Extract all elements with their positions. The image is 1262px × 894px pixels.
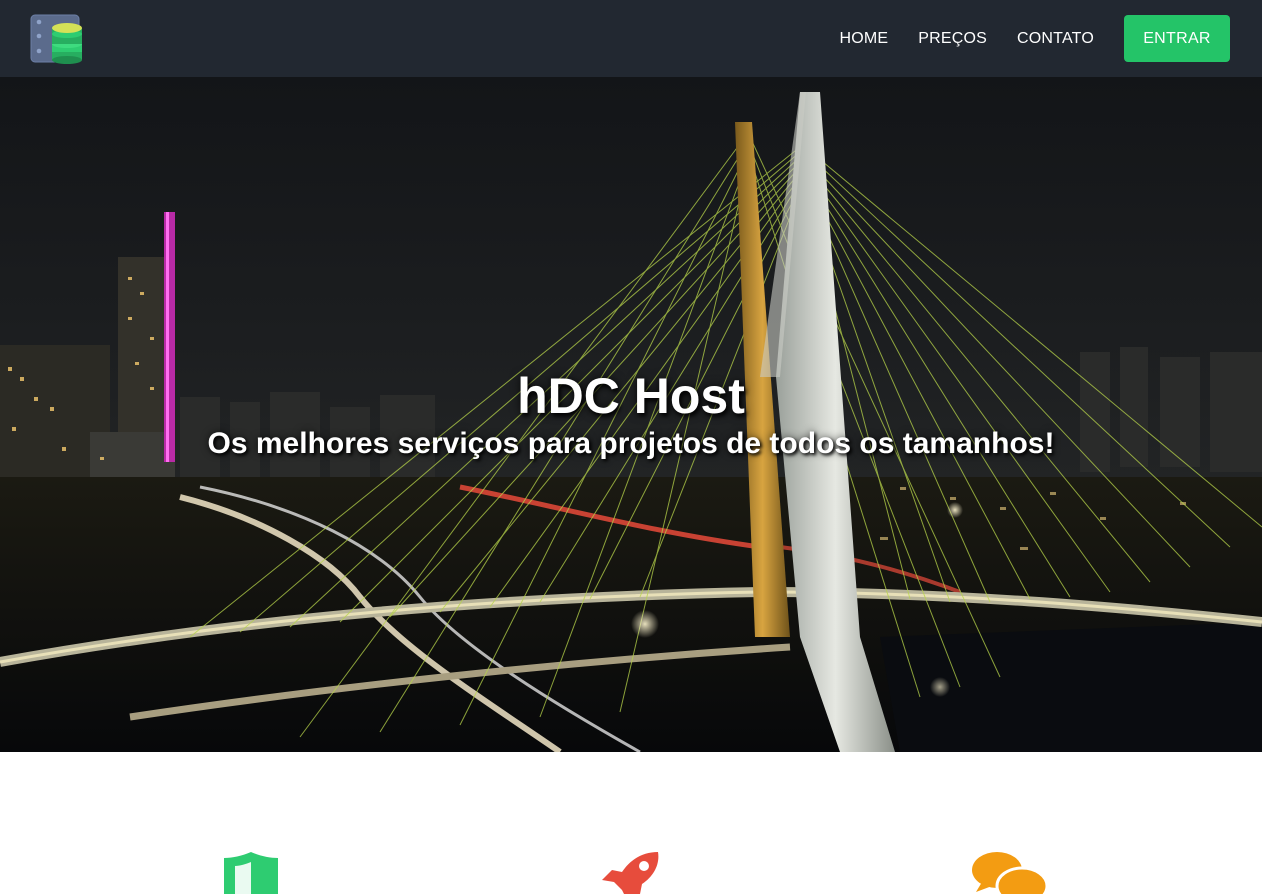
chat-bubbles-icon [972,852,1048,894]
hero-text: hDC Host Os melhores serviços para proje… [0,77,1262,752]
site-header: HOME PREÇOS CONTATO ENTRAR [0,0,1262,77]
nav-home-link[interactable]: HOME [839,30,888,48]
hero-subtitle: Os melhores serviços para projetos de to… [207,427,1055,460]
nav-contact-link[interactable]: CONTATO [1017,30,1094,48]
hero-title: hDC Host [517,368,745,424]
shield-icon [224,852,278,894]
server-database-icon[interactable] [30,14,82,64]
hero-banner: hDC Host Os melhores serviços para proje… [0,77,1262,752]
login-button[interactable]: ENTRAR [1124,15,1230,62]
main-nav: HOME PREÇOS CONTATO ENTRAR [839,15,1230,62]
rocket-icon [602,852,659,894]
nav-pricing-link[interactable]: PREÇOS [918,30,987,48]
